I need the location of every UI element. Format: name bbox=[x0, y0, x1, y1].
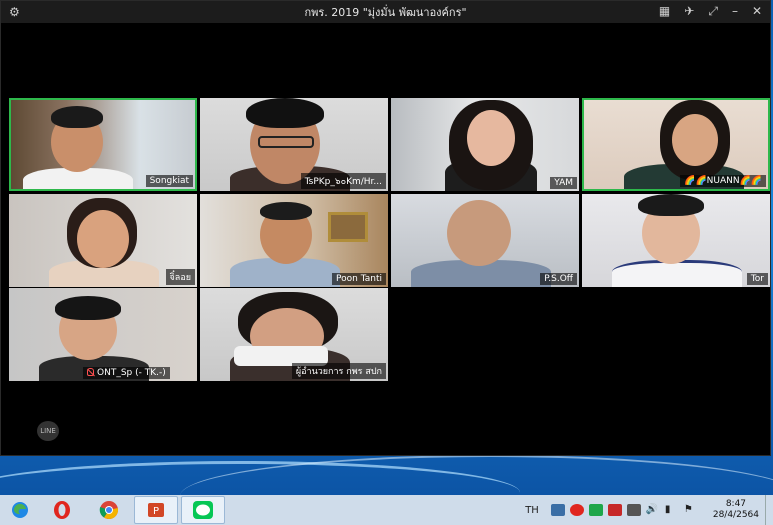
fullscreen-icon[interactable]: ⤢ bbox=[708, 4, 718, 19]
participant-face bbox=[467, 110, 515, 166]
taskbar-opera[interactable] bbox=[40, 496, 84, 524]
video-tile[interactable]: ผู้อำนวยการ กพร สปก bbox=[200, 288, 388, 381]
system-tray: TH 🔊 ▮ ⚑ 8:47 28/4/2564 bbox=[525, 495, 773, 525]
taskbar-chrome[interactable] bbox=[87, 496, 131, 524]
network-app-icon[interactable] bbox=[550, 504, 565, 516]
video-tile[interactable]: ONT_Sp (- TK.-) bbox=[9, 288, 197, 381]
gallery-view-icon[interactable]: ▦ bbox=[659, 4, 670, 19]
pin-icon[interactable]: ✈ bbox=[684, 4, 694, 19]
language-indicator[interactable]: TH bbox=[525, 505, 539, 516]
clock-time: 8:47 bbox=[725, 499, 747, 509]
window-title: กพร. 2019 "มุ่งมั่น พัฒนาองค์กร" bbox=[304, 6, 467, 19]
line-overlay-icon[interactable]: LINE bbox=[37, 421, 59, 441]
participant-name: ผู้อำนวยการ กพร สปก bbox=[291, 363, 386, 379]
shield-tray-icon[interactable] bbox=[607, 504, 622, 516]
opera-icon bbox=[54, 501, 70, 519]
minimize-button[interactable]: – bbox=[732, 4, 738, 19]
participant-name: Songkiat bbox=[145, 175, 193, 187]
video-tile[interactable]: P.S.Off bbox=[391, 194, 579, 287]
participant-name: P.S.Off bbox=[540, 273, 577, 285]
clock[interactable]: 8:47 28/4/2564 bbox=[713, 499, 759, 521]
show-desktop-button[interactable] bbox=[765, 495, 773, 525]
line-icon bbox=[193, 501, 213, 519]
settings-gear-icon[interactable]: ⚙ bbox=[9, 5, 20, 19]
participant-name: Tor bbox=[746, 273, 768, 285]
participant-hair bbox=[246, 98, 324, 128]
video-tile[interactable]: TsPKp_๖๐Km/Hr... bbox=[200, 98, 388, 191]
powerpoint-icon: P bbox=[148, 503, 164, 517]
taskbar: P TH 🔊 ▮ ⚑ 8:47 28/4/2564 bbox=[0, 495, 773, 525]
participant-name: จิ๋ลอย bbox=[165, 269, 195, 285]
participant-name: 🌈🌈NUANN🌈🌈 bbox=[680, 175, 766, 187]
svg-text:P: P bbox=[153, 506, 159, 517]
glasses-shape bbox=[258, 136, 314, 148]
desktop-wallpaper bbox=[0, 455, 773, 495]
wall-picture-frame bbox=[328, 212, 368, 242]
video-tile[interactable]: Poon Tanti bbox=[200, 194, 388, 287]
chat-tray-icon[interactable] bbox=[588, 504, 603, 516]
participant-name: TsPKp_๖๐Km/Hr... bbox=[300, 173, 386, 189]
participant-hair bbox=[55, 296, 121, 320]
participant-name: Poon Tanti bbox=[332, 273, 386, 285]
window-titlebar: ⚙ กพร. 2019 "มุ่งมั่น พัฒนาองค์กร" ▦ ✈ ⤢… bbox=[1, 1, 770, 23]
muted-microphone-icon bbox=[87, 368, 94, 376]
participant-face bbox=[672, 114, 718, 166]
video-tile[interactable]: 🌈🌈NUANN🌈🌈 bbox=[582, 98, 770, 191]
video-tile[interactable]: Tor bbox=[582, 194, 770, 287]
video-tile[interactable]: Songkiat bbox=[9, 98, 197, 191]
flag-icon[interactable]: ⚑ bbox=[684, 504, 698, 516]
display-tray-icon[interactable] bbox=[626, 504, 641, 516]
participant-figure bbox=[612, 260, 742, 287]
video-tile[interactable]: YAM bbox=[391, 98, 579, 191]
opera-tray-icon[interactable] bbox=[569, 504, 584, 516]
clock-date: 28/4/2564 bbox=[712, 510, 759, 520]
start-button[interactable] bbox=[0, 495, 40, 525]
participant-name-muted: ONT_Sp (- TK.-) bbox=[83, 367, 170, 379]
participant-hair bbox=[260, 202, 312, 220]
window-controls: ▦ ✈ ⤢ – ✕ bbox=[659, 4, 762, 19]
volume-icon[interactable]: 🔊 bbox=[646, 504, 660, 516]
video-tile[interactable]: จิ๋ลอย bbox=[9, 194, 197, 287]
participant-face bbox=[447, 200, 511, 266]
close-button[interactable]: ✕ bbox=[752, 4, 762, 19]
chrome-icon bbox=[99, 501, 119, 520]
participant-hair bbox=[51, 106, 103, 128]
participant-face bbox=[77, 210, 129, 268]
zoom-window: ⚙ กพร. 2019 "มุ่งมั่น พัฒนาองค์กร" ▦ ✈ ⤢… bbox=[0, 0, 771, 456]
participant-hair bbox=[638, 194, 704, 216]
taskbar-powerpoint[interactable]: P bbox=[134, 496, 178, 524]
edge-icon bbox=[12, 502, 28, 518]
signal-icon[interactable]: ▮ bbox=[665, 504, 679, 516]
participant-name: YAM bbox=[550, 177, 577, 189]
taskbar-line[interactable] bbox=[181, 496, 225, 524]
participant-name: ONT_Sp (- TK.-) bbox=[97, 368, 166, 378]
video-gallery: Songkiat TsPKp_๖๐Km/Hr... YAM 🌈🌈NUANN🌈🌈 bbox=[9, 98, 771, 381]
